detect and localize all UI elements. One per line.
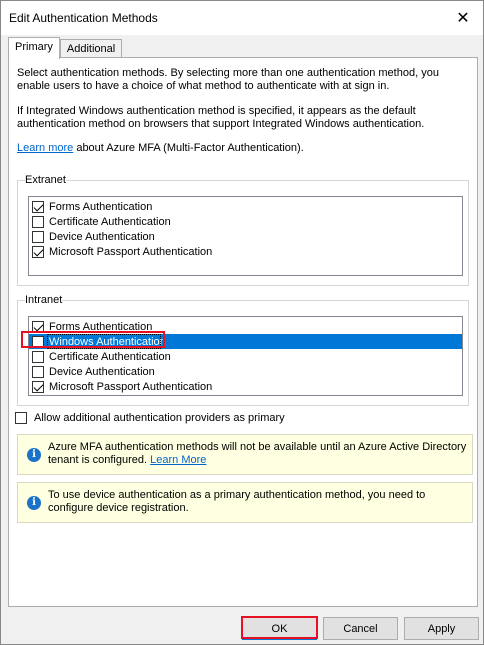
checkbox[interactable] [32, 200, 44, 213]
list-item-label: Windows Authentication [49, 335, 166, 348]
checkbox[interactable] [32, 230, 44, 243]
list-item-label: Microsoft Passport Authentication [49, 245, 213, 258]
checkbox[interactable] [32, 335, 44, 348]
close-button[interactable]: ✕ [443, 1, 483, 35]
extranet-group: Extranet Forms Authentication Certificat… [17, 174, 469, 286]
extranet-methods-list[interactable]: Forms Authentication Certificate Authent… [28, 196, 463, 276]
close-icon: ✕ [456, 10, 470, 27]
list-item-label: Certificate Authentication [49, 215, 171, 228]
list-item-label: Device Authentication [49, 230, 155, 243]
extranet-item-device[interactable]: Device Authentication [29, 229, 462, 244]
extranet-item-forms[interactable]: Forms Authentication [29, 199, 462, 214]
learn-more-link[interactable]: Learn more [17, 142, 73, 154]
intranet-item-passport[interactable]: Microsoft Passport Authentication [29, 379, 462, 394]
extranet-group-label: Extranet [25, 174, 66, 186]
intranet-item-device[interactable]: Device Authentication [29, 364, 462, 379]
cancel-button[interactable]: Cancel [323, 617, 398, 640]
list-item-label: Certificate Authentication [49, 350, 171, 363]
tab-additional[interactable]: Additional [59, 39, 123, 58]
intranet-item-forms[interactable]: Forms Authentication [29, 319, 462, 334]
list-item-label: Forms Authentication [49, 320, 153, 333]
tab-primary[interactable]: Primary [8, 37, 60, 59]
title-bar: Edit Authentication Methods ✕ [1, 1, 483, 35]
tab-strip: Primary Additional [8, 37, 123, 59]
intranet-group-label: Intranet [25, 294, 63, 306]
ok-button[interactable]: OK [242, 617, 317, 640]
azure-mfa-learn-more-link[interactable]: Learn More [150, 454, 206, 466]
intro-paragraph-2: If Integrated Windows authentication met… [17, 105, 425, 130]
apply-button[interactable]: Apply [404, 617, 479, 640]
intranet-methods-list[interactable]: Forms Authentication Windows Authenticat… [28, 316, 463, 396]
allow-additional-row[interactable]: Allow additional authentication provider… [15, 412, 285, 424]
allow-additional-label: Allow additional authentication provider… [34, 412, 285, 424]
device-registration-info-text: To use device authentication as a primar… [48, 489, 426, 514]
list-item-label: Forms Authentication [49, 200, 153, 213]
list-item-label: Device Authentication [49, 365, 155, 378]
device-registration-info-box: i To use device authentication as a prim… [17, 482, 473, 523]
azure-mfa-info-box: i Azure MFA authentication methods will … [17, 434, 473, 475]
azure-mfa-info-text: Azure MFA authentication methods will no… [48, 441, 467, 466]
allow-additional-checkbox[interactable] [15, 412, 27, 424]
primary-tab-panel: Select authentication methods. By select… [8, 57, 478, 607]
checkbox[interactable] [32, 320, 44, 333]
intranet-item-windows[interactable]: Windows Authentication [29, 334, 462, 349]
checkbox[interactable] [32, 365, 44, 378]
info-text: Azure MFA authentication methods will no… [48, 441, 468, 467]
checkbox[interactable] [32, 350, 44, 363]
intranet-item-certificate[interactable]: Certificate Authentication [29, 349, 462, 364]
checkbox[interactable] [32, 215, 44, 228]
extranet-item-certificate[interactable]: Certificate Authentication [29, 214, 462, 229]
extranet-item-passport[interactable]: Microsoft Passport Authentication [29, 244, 462, 259]
intro-paragraph-1: Select authentication methods. By select… [17, 67, 439, 92]
checkbox[interactable] [32, 245, 44, 258]
edit-authentication-methods-dialog: Edit Authentication Methods ✕ Primary Ad… [0, 0, 484, 645]
info-icon: i [27, 448, 41, 462]
window-title: Edit Authentication Methods [9, 11, 158, 25]
learn-more-line: Learn more about Azure MFA (Multi-Factor… [17, 142, 467, 155]
learn-more-suffix: about Azure MFA (Multi-Factor Authentica… [73, 142, 304, 154]
checkbox[interactable] [32, 380, 44, 393]
info-icon: i [27, 496, 41, 510]
intranet-group: Intranet Forms Authentication Windows Au… [17, 294, 469, 406]
list-item-label: Microsoft Passport Authentication [49, 380, 213, 393]
